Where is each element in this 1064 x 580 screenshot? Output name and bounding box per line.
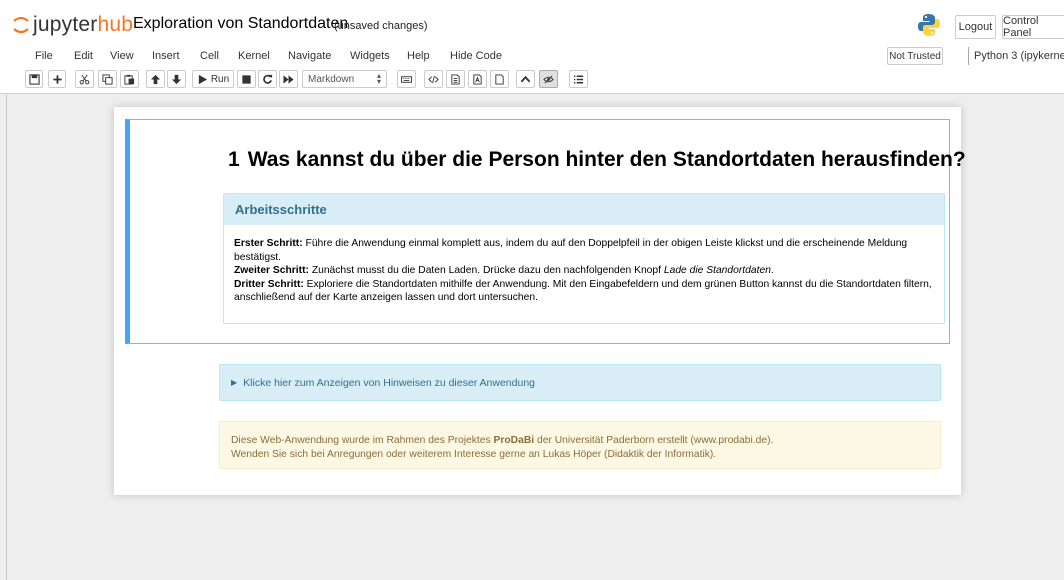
- restart-run-all-button[interactable]: [279, 70, 298, 88]
- menu-help[interactable]: Help: [407, 50, 430, 62]
- jupyterhub-logo[interactable]: jupyterhub: [12, 10, 133, 40]
- collapse-button[interactable]: [516, 70, 535, 88]
- cell-heading: 1 Was kannst du über die Person hinter de…: [228, 148, 966, 172]
- credits-panel: Diese Web-Anwendung wurde im Rahmen des …: [219, 421, 941, 469]
- control-panel-button[interactable]: Control Panel: [1002, 15, 1064, 39]
- paste-icon: [124, 74, 135, 85]
- insert-cell-button[interactable]: [48, 70, 66, 88]
- eye-slash-icon: [543, 75, 554, 83]
- notebook-container: 1 Was kannst du über die Person hinter de…: [114, 107, 966, 495]
- triangle-right-icon: ▶: [231, 378, 238, 387]
- menu-edit[interactable]: Edit: [74, 50, 93, 62]
- arrow-up-icon: [150, 74, 161, 84]
- menu-navigate[interactable]: Navigate: [288, 50, 331, 62]
- toggle-code-button[interactable]: [424, 70, 443, 88]
- heading-number: 1: [228, 148, 240, 171]
- top-bar: jupyterhub Exploration von Standortdaten…: [0, 8, 1064, 44]
- step-item: Erster Schritt: Führe die Anwendung einm…: [234, 238, 908, 263]
- step-item: Zweiter Schritt: Zunächst musst du die D…: [234, 265, 774, 276]
- left-border-line: [6, 95, 7, 580]
- copy-button[interactable]: [98, 70, 117, 88]
- stop-icon: [242, 74, 251, 84]
- step-item: Dritter Schritt: Exploriere die Standort…: [234, 278, 932, 304]
- save-button[interactable]: [25, 70, 43, 88]
- file-icon: [451, 73, 460, 85]
- hide-code-button[interactable]: [539, 70, 558, 88]
- logo-text: jupyterhub: [33, 13, 134, 36]
- run-label: Run: [210, 73, 230, 85]
- file-pdf-icon: [473, 73, 482, 85]
- export-file-button[interactable]: [490, 70, 509, 88]
- copy-icon: [102, 73, 113, 85]
- keyboard-icon: [401, 75, 412, 83]
- run-button[interactable]: Run: [192, 70, 234, 88]
- list-icon: [573, 75, 584, 83]
- save-status: (unsaved changes): [334, 20, 428, 32]
- menu-hide-code[interactable]: Hide Code: [450, 50, 502, 62]
- steps-panel: Arbeitsschritte Erster Schritt: Führe di…: [223, 193, 945, 324]
- credit-line-1: Diese Web-Anwendung wurde im Rahmen des …: [231, 435, 774, 446]
- kernel-name: Python 3 (ipykernel): [968, 47, 1064, 65]
- notebook-header: jupyterhub Exploration von Standortdaten…: [0, 0, 1064, 94]
- steps-title: Arbeitsschritte: [224, 194, 944, 225]
- heading-text: Was kannst du über die Person hinter den…: [247, 148, 966, 171]
- move-up-button[interactable]: [146, 70, 165, 88]
- cell-type-value: Markdown: [308, 73, 355, 85]
- menu-kernel[interactable]: Kernel: [238, 50, 270, 62]
- trust-indicator-button[interactable]: Not Trusted: [887, 47, 943, 65]
- menu-widgets[interactable]: Widgets: [350, 50, 390, 62]
- toolbar: Run Markdown ▴ ▾: [0, 70, 1064, 90]
- python-logo-icon: [918, 14, 940, 36]
- menu-view[interactable]: View: [110, 50, 134, 62]
- move-down-button[interactable]: [167, 70, 186, 88]
- arrow-down-icon: [171, 74, 182, 84]
- export-html-button[interactable]: [446, 70, 465, 88]
- hints-toggle[interactable]: ▶ Klicke hier zum Anzeigen von Hinweisen…: [219, 364, 941, 401]
- steps-body: Erster Schritt: Führe die Anwendung einm…: [224, 225, 944, 305]
- file-blank-icon: [495, 73, 504, 85]
- fast-forward-icon: [283, 74, 294, 84]
- code-icon: [428, 75, 439, 83]
- cut-button[interactable]: [75, 70, 94, 88]
- table-of-contents-button[interactable]: [569, 70, 588, 88]
- credit-line-2: Wenden Sie sich bei Anregungen oder weit…: [231, 449, 717, 460]
- menu-cell[interactable]: Cell: [200, 50, 219, 62]
- hints-toggle-label: Klicke hier zum Anzeigen von Hinweisen z…: [243, 376, 535, 389]
- cut-icon: [79, 74, 90, 84]
- chevron-up-icon: [520, 75, 531, 82]
- paste-button[interactable]: [120, 70, 139, 88]
- menu-insert[interactable]: Insert: [152, 50, 180, 62]
- play-icon: [198, 74, 207, 84]
- save-icon: [28, 73, 40, 85]
- command-palette-button[interactable]: [397, 70, 416, 88]
- restart-icon: [263, 74, 273, 84]
- interrupt-button[interactable]: [237, 70, 256, 88]
- export-pdf-button[interactable]: [468, 70, 487, 88]
- select-arrows-icon: ▴ ▾: [376, 71, 381, 86]
- logout-button[interactable]: Logout: [955, 15, 996, 39]
- selected-markdown-cell[interactable]: 1 Was kannst du über die Person hinter de…: [125, 119, 966, 344]
- restart-button[interactable]: [258, 70, 277, 88]
- cell-type-select[interactable]: Markdown ▴ ▾: [302, 70, 387, 88]
- notebook-title[interactable]: Exploration von Standortdaten: [133, 15, 348, 33]
- plus-icon: [52, 74, 62, 84]
- menu-file[interactable]: File: [35, 50, 53, 62]
- jupyter-orbit-icon: [13, 16, 29, 34]
